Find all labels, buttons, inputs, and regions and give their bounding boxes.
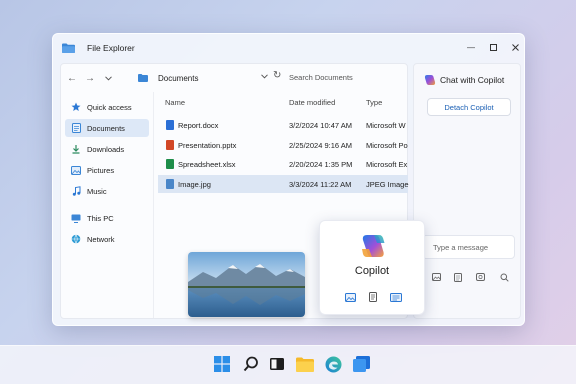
sidebar-item-pictures[interactable]: Pictures <box>65 161 149 179</box>
table-row[interactable]: Presentation.pptx 2/25/2024 9:16 AM Micr… <box>158 136 408 154</box>
image-icon <box>166 179 174 189</box>
document-attach-icon[interactable] <box>452 271 464 283</box>
sidebar-item-network[interactable]: Network <box>65 230 149 248</box>
sidebar-item-label: This PC <box>87 213 114 223</box>
sidebar-item-label: Pictures <box>87 165 115 175</box>
file-date: 3/2/2024 10:47 AM <box>289 121 352 130</box>
file-type: Microsoft Po <box>366 141 408 150</box>
sidebar-item-documents[interactable]: Documents <box>65 119 149 137</box>
copilot-name: Copilot <box>354 265 390 277</box>
table-row[interactable]: Report.docx 3/2/2024 10:47 AM Microsoft … <box>158 116 408 134</box>
back-icon[interactable]: ← <box>65 71 79 85</box>
task-view-icon[interactable] <box>267 354 287 374</box>
copilot-chat-panel: Chat with Copilot Detach Copilot Type a … <box>413 63 521 319</box>
chat-title: Chat with Copilot <box>440 75 505 85</box>
copilot-logo-icon <box>362 235 385 257</box>
column-header-type[interactable]: Type <box>366 98 382 107</box>
sidebar-item-downloads[interactable]: Downloads <box>65 140 149 158</box>
file-name: Image.jpg <box>178 180 211 189</box>
documents-icon <box>71 123 81 133</box>
sidebar-item-this-pc[interactable]: This PC <box>65 209 149 227</box>
file-date: 3/3/2024 11:22 AM <box>289 180 352 189</box>
column-header-date[interactable]: Date modified <box>289 98 335 107</box>
minimize-icon[interactable]: — <box>464 41 478 53</box>
recent-dropdown-icon[interactable] <box>101 71 115 85</box>
chevron-down-icon[interactable] <box>261 72 268 81</box>
screenshot-icon[interactable] <box>474 271 486 283</box>
visual-search-icon[interactable] <box>498 271 510 283</box>
image-attach-icon[interactable] <box>430 271 442 283</box>
folder-icon <box>138 74 148 82</box>
pc-icon <box>71 213 81 223</box>
message-input[interactable]: Type a message <box>422 235 515 259</box>
refresh-icon[interactable]: ↻ <box>273 70 285 84</box>
copilot-card[interactable]: Copilot <box>319 220 425 315</box>
search-placeholder: Search Documents <box>289 72 353 82</box>
music-icon <box>71 186 81 196</box>
file-name: Spreadsheet.xlsx <box>178 160 236 169</box>
sidebar-item-label: Network <box>87 234 115 244</box>
file-type: Microsoft Ex <box>366 160 408 169</box>
edge-icon[interactable] <box>323 354 343 374</box>
forward-icon[interactable]: → <box>83 71 97 85</box>
word-icon <box>166 120 174 130</box>
file-type: Microsoft W <box>366 121 406 130</box>
windows-start-icon[interactable] <box>212 354 232 374</box>
close-icon[interactable] <box>508 41 522 53</box>
sidebar-item-label: Documents <box>87 123 125 133</box>
file-date: 2/20/2024 1:35 PM <box>289 160 353 169</box>
address-text: Documents <box>158 73 199 83</box>
copilot-taskbar-icon[interactable] <box>351 354 371 374</box>
file-name: Presentation.pptx <box>178 141 237 150</box>
maximize-icon[interactable] <box>486 41 500 53</box>
sidebar-item-music[interactable]: Music <box>65 182 149 200</box>
document-icon[interactable] <box>367 292 379 302</box>
detach-copilot-button[interactable]: Detach Copilot <box>427 98 511 116</box>
table-row-selected[interactable]: Image.jpg 3/3/2024 11:22 AM JPEG Image <box>158 175 409 193</box>
download-icon <box>71 144 81 154</box>
toolbar: ← → Documents ↻ Search Documents <box>61 64 407 92</box>
file-explorer-icon[interactable] <box>295 354 315 374</box>
star-icon <box>71 102 81 112</box>
network-icon <box>71 234 81 244</box>
column-header-name[interactable]: Name <box>165 98 185 107</box>
table-row[interactable]: Spreadsheet.xlsx 2/20/2024 1:35 PM Micro… <box>158 155 408 173</box>
search-input[interactable]: Search Documents <box>289 70 409 84</box>
message-placeholder: Type a message <box>433 242 489 252</box>
image-text-icon[interactable] <box>390 292 402 302</box>
navigation-sidebar: Quick access Documents Downloads Picture… <box>61 92 154 318</box>
file-name: Report.docx <box>178 121 219 130</box>
sidebar-item-label: Downloads <box>87 144 125 154</box>
file-date: 2/25/2024 9:16 AM <box>289 141 352 150</box>
image-preview-thumbnail <box>188 252 305 317</box>
powerpoint-icon <box>166 140 174 150</box>
sidebar-item-quick-access[interactable]: Quick access <box>65 98 149 116</box>
window-title: File Explorer <box>87 43 135 53</box>
folder-app-icon <box>62 43 75 53</box>
file-type: JPEG Image <box>366 180 409 189</box>
sidebar-item-label: Music <box>87 186 107 196</box>
sidebar-item-label: Quick access <box>87 102 132 112</box>
image-icon[interactable] <box>344 292 356 302</box>
excel-icon <box>166 159 174 169</box>
landscape-image <box>188 252 305 317</box>
title-bar: File Explorer — <box>53 34 524 62</box>
search-icon[interactable] <box>241 354 261 374</box>
address-bar[interactable]: Documents <box>132 68 270 88</box>
copilot-logo-icon <box>424 75 436 85</box>
taskbar <box>0 345 576 384</box>
detach-label: Detach Copilot <box>444 102 494 112</box>
pictures-icon <box>71 165 81 175</box>
